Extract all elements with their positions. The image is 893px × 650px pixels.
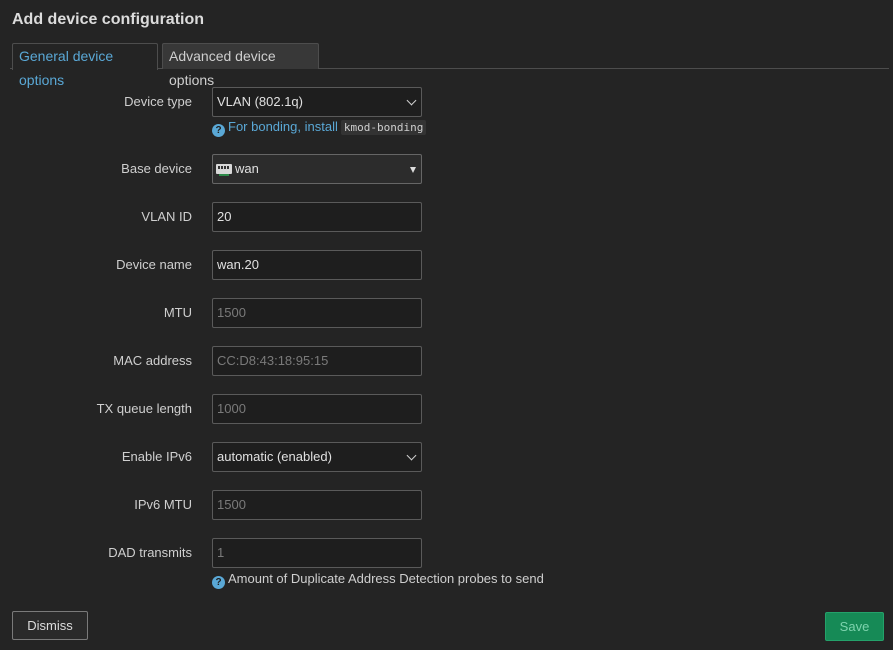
mtu-row: MTU 1500 (0, 298, 893, 328)
bonding-hint-text: For bonding, install (228, 119, 338, 134)
save-button[interactable]: Save (825, 612, 884, 641)
vlan-id-label: VLAN ID (141, 209, 192, 224)
bonding-package-code: kmod-bonding (340, 120, 427, 135)
device-name-input[interactable]: wan.20 (212, 250, 422, 280)
device-name-label: Device name (116, 257, 192, 272)
ipv6-mtu-label: IPv6 MTU (134, 497, 192, 512)
caret-down-icon (410, 167, 416, 173)
dad-transmits-hint-text: Amount of Duplicate Address Detection pr… (228, 571, 544, 586)
dad-transmits-input[interactable]: 1 (212, 538, 422, 568)
mtu-input[interactable]: 1500 (212, 298, 422, 328)
tx-queue-length-row: TX queue length 1000 (0, 394, 893, 424)
base-device-row: Base device wan (0, 154, 893, 184)
vlan-id-input[interactable]: 20 (212, 202, 422, 232)
enable-ipv6-value: automatic (enabled) (217, 449, 332, 464)
enable-ipv6-row: Enable IPv6 automatic (enabled) (0, 442, 893, 472)
device-type-row: Device type VLAN (802.1q) (0, 87, 893, 117)
dad-transmits-label: DAD transmits (108, 545, 192, 560)
mac-address-label: MAC address (113, 353, 192, 368)
device-type-label: Device type (124, 94, 192, 109)
mtu-label: MTU (163, 305, 192, 320)
chevron-down-icon (406, 95, 417, 106)
vlan-id-row: VLAN ID 20 (0, 202, 893, 232)
chevron-down-icon (406, 450, 417, 461)
tab-advanced-device-options[interactable]: Advanced device options (162, 43, 319, 88)
enable-ipv6-select[interactable]: automatic (enabled) (212, 442, 422, 472)
base-device-value: wan (235, 161, 259, 176)
dad-transmits-row: DAD transmits 1 (0, 538, 893, 568)
ipv6-mtu-input[interactable]: 1500 (212, 490, 422, 520)
help-icon: ? (212, 576, 225, 589)
tx-queue-length-label: TX queue length (96, 401, 192, 416)
add-device-dialog: Add device configuration General device … (0, 0, 893, 650)
network-port-icon (216, 163, 232, 176)
device-name-row: Device name wan.20 (0, 250, 893, 280)
mac-address-row: MAC address CC:D8:43:18:95:15 (0, 346, 893, 376)
tab-bar: General device options Advanced device o… (10, 43, 889, 88)
bonding-hint[interactable]: ? For bonding, install kmod-bonding (212, 119, 427, 137)
tab-general-device-options[interactable]: General device options (12, 43, 158, 88)
ipv6-mtu-row: IPv6 MTU 1500 (0, 490, 893, 520)
help-icon: ? (212, 124, 225, 137)
dad-transmits-hint: ? Amount of Duplicate Address Detection p… (212, 571, 544, 589)
dialog-title: Add device configuration (12, 11, 205, 28)
dismiss-button[interactable]: Dismiss (12, 611, 88, 640)
device-type-value: VLAN (802.1q) (217, 94, 303, 109)
tx-queue-length-input[interactable]: 1000 (212, 394, 422, 424)
base-device-dropdown[interactable]: wan (212, 154, 422, 184)
base-device-label: Base device (121, 161, 192, 176)
device-type-select[interactable]: VLAN (802.1q) (212, 87, 422, 117)
mac-address-input[interactable]: CC:D8:43:18:95:15 (212, 346, 422, 376)
enable-ipv6-label: Enable IPv6 (121, 449, 192, 464)
